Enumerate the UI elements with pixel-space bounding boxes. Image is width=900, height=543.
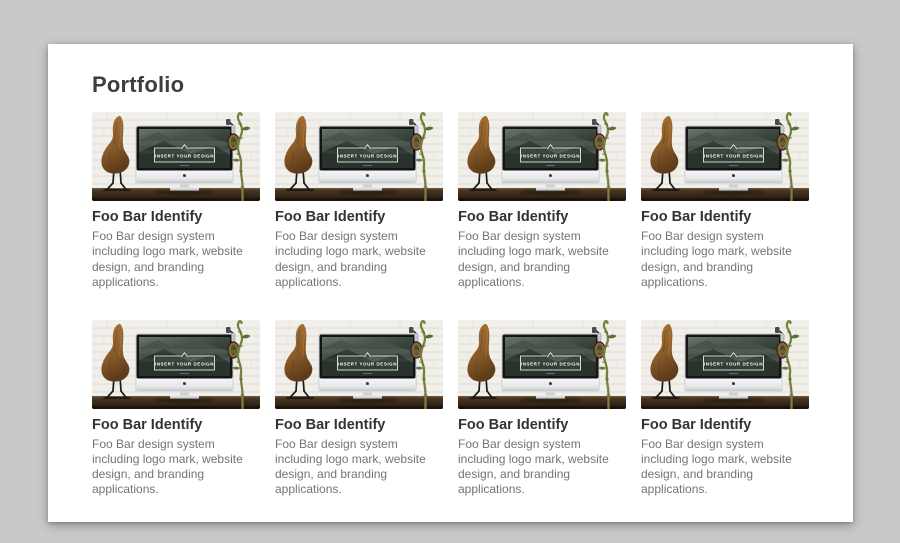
portfolio-item-title[interactable]: Foo Bar Identify — [641, 417, 809, 434]
page-title: Portfolio — [92, 72, 809, 98]
portfolio-panel: Portfolio Foo Bar Identify Foo Bar desig… — [48, 44, 853, 522]
imac-mockup-image — [275, 112, 443, 201]
portfolio-thumbnail[interactable] — [641, 320, 809, 409]
imac-mockup-image — [458, 112, 626, 201]
portfolio-item-description: Foo Bar design system including logo mar… — [641, 229, 809, 290]
portfolio-grid: Foo Bar Identify Foo Bar design system i… — [92, 112, 809, 497]
portfolio-item-description: Foo Bar design system including logo mar… — [275, 437, 443, 498]
portfolio-card: Foo Bar Identify Foo Bar design system i… — [641, 320, 809, 498]
page-background: Portfolio Foo Bar Identify Foo Bar desig… — [0, 0, 900, 543]
portfolio-thumbnail[interactable] — [458, 112, 626, 201]
imac-mockup-image — [275, 320, 443, 409]
portfolio-item-description: Foo Bar design system including logo mar… — [458, 437, 626, 498]
portfolio-thumbnail[interactable] — [275, 112, 443, 201]
portfolio-item-description: Foo Bar design system including logo mar… — [92, 229, 260, 290]
portfolio-card: Foo Bar Identify Foo Bar design system i… — [275, 112, 443, 290]
portfolio-thumbnail[interactable] — [275, 320, 443, 409]
portfolio-thumbnail[interactable] — [92, 320, 260, 409]
portfolio-card: Foo Bar Identify Foo Bar design system i… — [641, 112, 809, 290]
portfolio-item-title[interactable]: Foo Bar Identify — [458, 417, 626, 434]
portfolio-card: Foo Bar Identify Foo Bar design system i… — [458, 112, 626, 290]
portfolio-item-description: Foo Bar design system including logo mar… — [458, 229, 626, 290]
portfolio-card: Foo Bar Identify Foo Bar design system i… — [92, 112, 260, 290]
imac-mockup-image — [458, 320, 626, 409]
portfolio-item-description: Foo Bar design system including logo mar… — [275, 229, 443, 290]
portfolio-item-title[interactable]: Foo Bar Identify — [641, 209, 809, 226]
portfolio-thumbnail[interactable] — [458, 320, 626, 409]
portfolio-item-title[interactable]: Foo Bar Identify — [92, 209, 260, 226]
portfolio-item-title[interactable]: Foo Bar Identify — [275, 417, 443, 434]
portfolio-item-title[interactable]: Foo Bar Identify — [458, 209, 626, 226]
imac-mockup-image — [641, 320, 809, 409]
imac-mockup-image — [92, 320, 260, 409]
portfolio-item-description: Foo Bar design system including logo mar… — [92, 437, 260, 498]
portfolio-card: Foo Bar Identify Foo Bar design system i… — [458, 320, 626, 498]
portfolio-item-title[interactable]: Foo Bar Identify — [92, 417, 260, 434]
imac-mockup-image — [641, 112, 809, 201]
imac-mockup-image — [92, 112, 260, 201]
portfolio-thumbnail[interactable] — [92, 112, 260, 201]
portfolio-thumbnail[interactable] — [641, 112, 809, 201]
portfolio-item-title[interactable]: Foo Bar Identify — [275, 209, 443, 226]
portfolio-item-description: Foo Bar design system including logo mar… — [641, 437, 809, 498]
portfolio-card: Foo Bar Identify Foo Bar design system i… — [92, 320, 260, 498]
portfolio-card: Foo Bar Identify Foo Bar design system i… — [275, 320, 443, 498]
